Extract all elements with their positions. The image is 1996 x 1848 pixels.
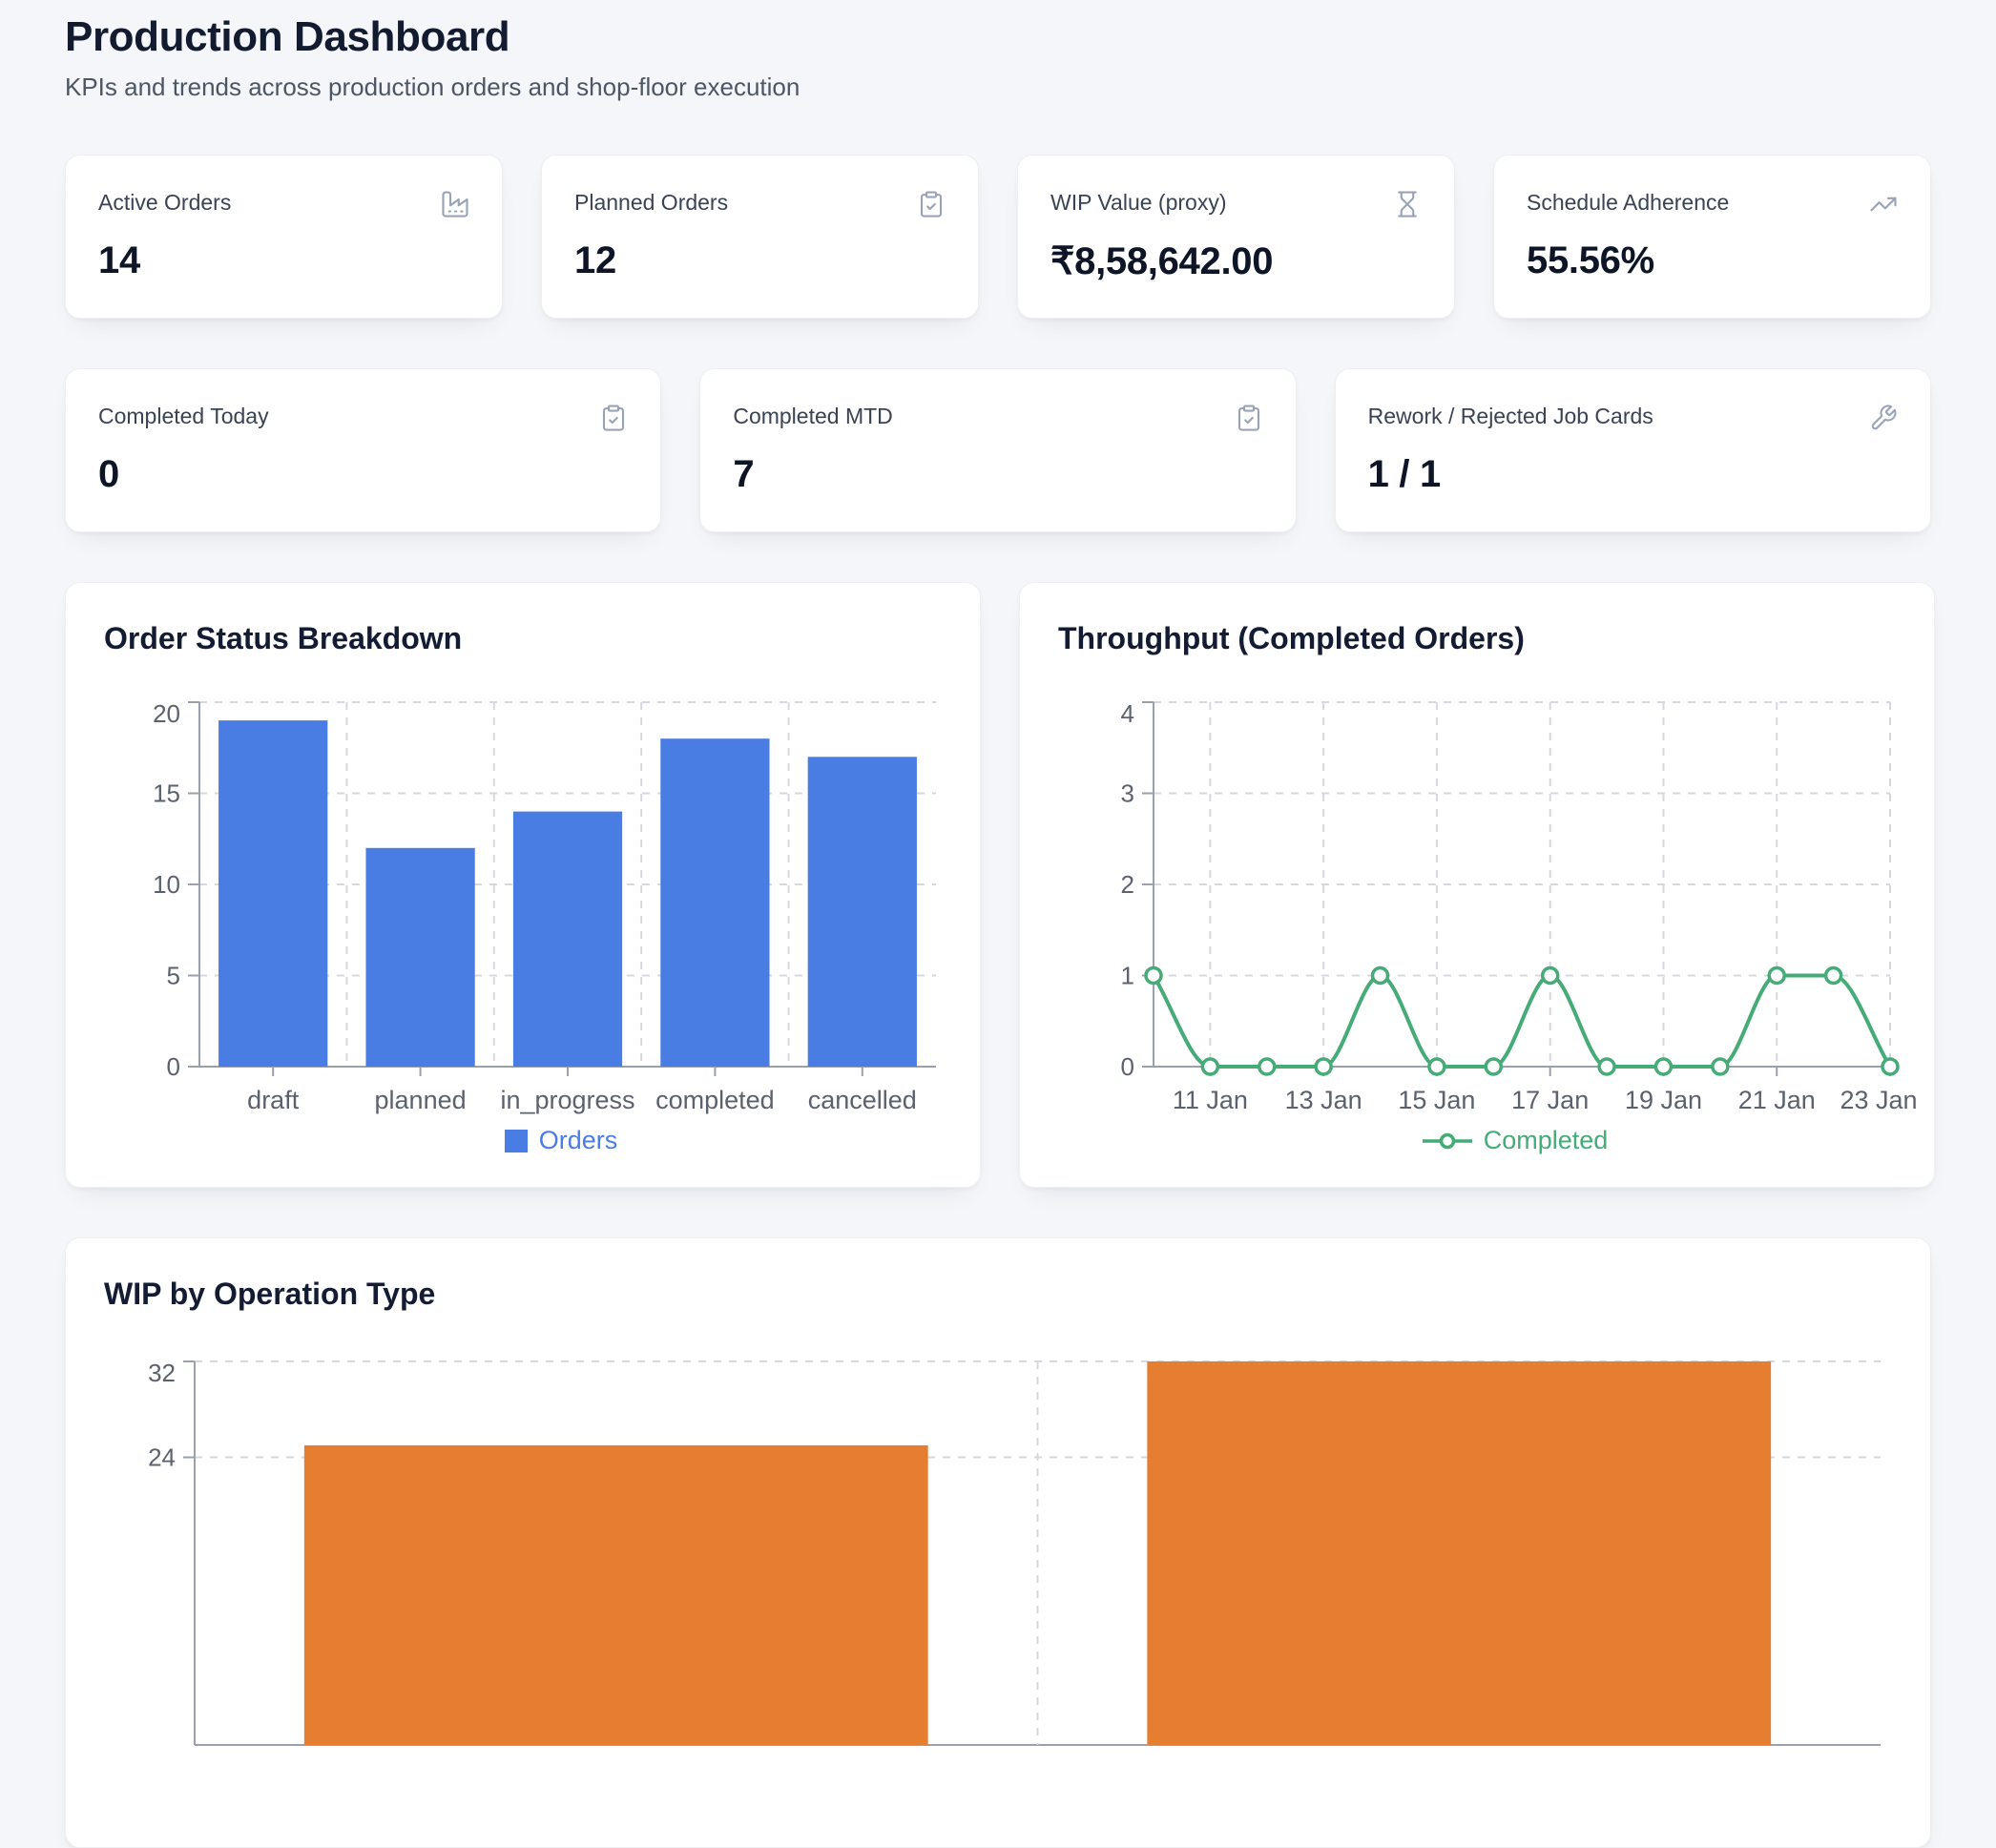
wip-title: WIP by Operation Type xyxy=(104,1277,1892,1312)
svg-text:3: 3 xyxy=(1121,779,1134,808)
order-status-card: Order Status Breakdown 0 5 10 15 20 draft plan… xyxy=(65,582,981,1188)
wip-chart: 24 32 xyxy=(104,1329,1894,1777)
kpi-value: 1 / 1 xyxy=(1368,453,1898,496)
kpi-label: Planned Orders xyxy=(574,190,728,216)
kpi-card-planned-orders: Planned Orders 12 xyxy=(541,155,979,319)
clipboard-check-icon xyxy=(599,404,628,432)
svg-text:13 Jan: 13 Jan xyxy=(1285,1086,1362,1114)
kpi-value: 14 xyxy=(98,239,469,282)
svg-text:24: 24 xyxy=(148,1443,176,1472)
svg-text:2: 2 xyxy=(1121,870,1134,899)
svg-text:0: 0 xyxy=(1121,1052,1134,1081)
kpi-label: Active Orders xyxy=(98,190,231,216)
wip-by-operation-card: WIP by Operation Type 24 32 xyxy=(65,1237,1931,1848)
throughput-legend[interactable]: Completed xyxy=(1058,1126,1896,1155)
svg-text:15: 15 xyxy=(153,779,180,808)
kpi-label: WIP Value (proxy) xyxy=(1050,190,1226,216)
factory-icon xyxy=(441,190,469,218)
legend-swatch-orders xyxy=(505,1130,528,1152)
wip-canvas: 24 32 xyxy=(104,1329,1892,1777)
order-status-legend[interactable]: Orders xyxy=(104,1126,942,1155)
svg-text:15 Jan: 15 Jan xyxy=(1398,1086,1475,1114)
svg-text:20: 20 xyxy=(153,699,180,728)
kpi-card-rework-rejected: Rework / Rejected Job Cards 1 / 1 xyxy=(1335,368,1931,532)
kpi-row-1: Active Orders 14 Planned Orders 12 WIP V… xyxy=(65,155,1931,319)
kpi-row-2: Completed Today 0 Completed MTD 7 Rework… xyxy=(65,368,1931,532)
hourglass-icon xyxy=(1393,190,1422,218)
order-status-canvas: 0 5 10 15 20 draft planned in_progress completed… xyxy=(104,674,942,1112)
svg-text:10: 10 xyxy=(153,870,180,899)
kpi-label: Schedule Adherence xyxy=(1527,190,1729,216)
charts-row: Order Status Breakdown 05101520draftplan… xyxy=(65,582,1931,1188)
svg-text:32: 32 xyxy=(148,1359,176,1387)
kpi-card-wip-value: WIP Value (proxy) ₹8,58,642.00 xyxy=(1017,155,1455,319)
kpi-card-schedule-adherence: Schedule Adherence 55.56% xyxy=(1493,155,1931,319)
svg-text:11 Jan: 11 Jan xyxy=(1173,1086,1248,1114)
kpi-label: Rework / Rejected Job Cards xyxy=(1368,404,1653,429)
svg-text:4: 4 xyxy=(1121,699,1134,728)
svg-text:in_progress: in_progress xyxy=(500,1086,634,1114)
legend-marker-completed xyxy=(1423,1132,1472,1150)
throughput-canvas: 0 1 2 3 4 11 Jan 13 Jan 15 Jan 17 Jan 19 Jan 21 Ja… xyxy=(1058,674,1896,1112)
clipboard-check-icon xyxy=(1235,404,1263,432)
svg-text:21 Jan: 21 Jan xyxy=(1738,1086,1816,1114)
svg-text:planned: planned xyxy=(375,1086,467,1114)
svg-text:1: 1 xyxy=(1121,962,1134,990)
order-status-title: Order Status Breakdown xyxy=(104,621,942,656)
kpi-value: 0 xyxy=(98,453,628,496)
page-subtitle: KPIs and trends across production orders… xyxy=(65,73,1931,102)
page-title: Production Dashboard xyxy=(65,13,1931,62)
trending-up-icon xyxy=(1869,190,1898,218)
throughput-chart: 0 1 2 3 4 11 Jan 13 Jan 15 Jan 17 Jan 19 Jan 21 Ja… xyxy=(1058,674,1896,1112)
kpi-value: 7 xyxy=(733,453,1262,496)
kpi-value: 55.56% xyxy=(1527,239,1898,282)
kpi-value: 12 xyxy=(574,239,946,282)
kpi-label: Completed MTD xyxy=(733,404,892,429)
wrench-icon xyxy=(1869,404,1898,432)
legend-label-orders: Orders xyxy=(539,1126,618,1155)
svg-text:0: 0 xyxy=(167,1052,180,1081)
order-status-chart: 0 5 10 15 20 draft planned in_progress completed… xyxy=(104,674,942,1112)
throughput-title: Throughput (Completed Orders) xyxy=(1058,621,1896,656)
kpi-label: Completed Today xyxy=(98,404,269,429)
svg-text:cancelled: cancelled xyxy=(808,1086,917,1114)
legend-label-completed: Completed xyxy=(1484,1126,1609,1155)
kpi-card-completed-today: Completed Today 0 xyxy=(65,368,661,532)
svg-text:completed: completed xyxy=(655,1086,775,1114)
svg-text:draft: draft xyxy=(247,1086,300,1114)
throughput-card: Throughput (Completed Orders) 0 1 2 3 4 11 Ja… xyxy=(1019,582,1935,1188)
clipboard-check-icon xyxy=(917,190,946,218)
production-dashboard-page: Production Dashboard KPIs and trends acr… xyxy=(0,0,1996,1848)
kpi-value: ₹8,58,642.00 xyxy=(1050,239,1422,283)
svg-text:5: 5 xyxy=(167,962,180,990)
svg-text:19 Jan: 19 Jan xyxy=(1625,1086,1702,1114)
kpi-card-completed-mtd: Completed MTD 7 xyxy=(699,368,1296,532)
kpi-card-active-orders: Active Orders 14 xyxy=(65,155,503,319)
svg-text:17 Jan: 17 Jan xyxy=(1511,1086,1589,1114)
svg-text:23 Jan: 23 Jan xyxy=(1840,1086,1917,1114)
